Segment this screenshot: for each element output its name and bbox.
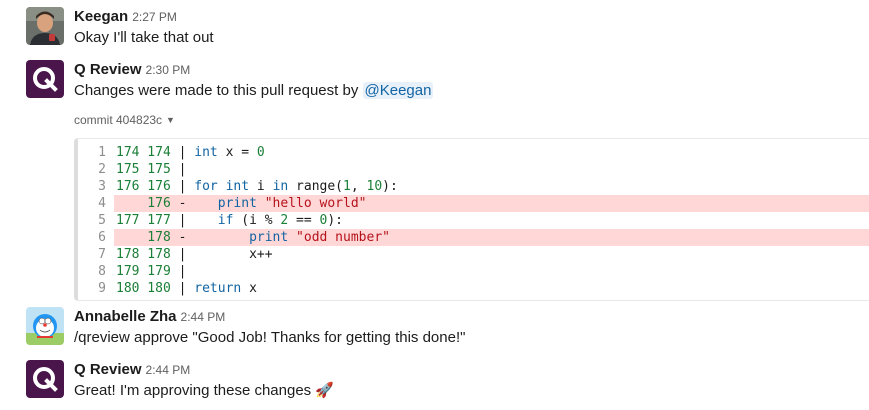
message-text: Great! I'm approving these changes 🚀	[74, 380, 861, 402]
message-text-prefix: Changes were made to this pull request b…	[74, 82, 363, 99]
caret-down-icon[interactable]: ▼	[166, 112, 175, 128]
commit-label: commit 404823c	[74, 113, 163, 127]
keegan-avatar[interactable]	[26, 7, 64, 45]
diff-line: 2 175 175 |	[78, 161, 869, 178]
diff-line-removed: 6 178 - print "odd number"	[78, 229, 869, 246]
diff-code-block: 1 174 174 | int x = 0 2 175 175 | 3 176 176 …	[74, 138, 869, 301]
diff-line: 1 174 174 | int x = 0	[78, 144, 869, 161]
diff-line-removed: 4 176 - print "hello world"	[78, 195, 869, 212]
diff-line: 7 178 178 | x++	[78, 246, 869, 263]
diff-line-content: 175 175 |	[116, 162, 187, 177]
message-timestamp[interactable]: 2:30 PM	[146, 63, 191, 77]
sender-name[interactable]: Annabelle Zha	[74, 308, 177, 325]
line-number: 3	[98, 179, 106, 194]
q-logo-avatar-icon	[26, 60, 64, 98]
message-header: Keegan 2:27 PM	[74, 7, 861, 27]
person-photo-avatar-icon	[26, 7, 64, 45]
cartoon-robot-cat-avatar-icon	[26, 307, 64, 345]
message-content: Q Review 2:44 PM Great! I'm approving the…	[74, 360, 861, 402]
diff-line: 3 176 176 | for int i in range(1, 10):	[78, 178, 869, 195]
message-text: /qreview approve "Good Job! Thanks for g…	[74, 329, 466, 346]
diff-line-content: 174 174 | int x = 0	[116, 145, 265, 160]
q-logo-avatar-icon	[26, 360, 64, 398]
message-text: Changes were made to this pull request b…	[74, 80, 861, 102]
line-number: 6	[98, 230, 106, 245]
sender-name[interactable]: Q Review	[74, 61, 142, 78]
sender-name[interactable]: Keegan	[74, 8, 128, 25]
diff-line: 8 179 179 |	[78, 263, 869, 280]
message-text-body: Great! I'm approving these changes	[74, 382, 312, 399]
diff-line: 9 180 180 | return x	[78, 280, 869, 297]
diff-line-content: 180 180 | return x	[116, 281, 257, 296]
rocket-emoji-icon: 🚀	[315, 382, 335, 399]
message-annabelle: Annabelle Zha 2:44 PM /qreview approve "G…	[26, 307, 869, 349]
diff-line-content: 179 179 |	[116, 264, 187, 279]
annabelle-avatar[interactable]	[26, 307, 64, 345]
diff-line-content: 177 177 | if (i % 2 == 0):	[116, 213, 344, 228]
message-content: Annabelle Zha 2:44 PM /qreview approve "G…	[74, 307, 861, 349]
message-qreview-changes: Q Review 2:30 PM Changes were made to thi…	[26, 60, 869, 301]
line-number: 5	[98, 213, 106, 228]
qreview-avatar[interactable]	[26, 60, 64, 98]
diff-line-content: 176 - print "hello world"	[114, 195, 869, 212]
message-qreview-approve: Q Review 2:44 PM Great! I'm approving the…	[26, 360, 869, 402]
commit-toggle[interactable]: commit 404823c ▼	[74, 112, 861, 128]
diff-line-content: 178 178 | x++	[116, 247, 273, 262]
message-text: Okay I'll take that out	[74, 29, 214, 46]
line-number: 2	[98, 162, 106, 177]
diff-line-content: 176 176 | for int i in range(1, 10):	[116, 179, 398, 194]
qreview-avatar[interactable]	[26, 360, 64, 398]
message-timestamp[interactable]: 2:44 PM	[146, 363, 191, 377]
diff-line: 5 177 177 | if (i % 2 == 0):	[78, 212, 869, 229]
message-timestamp[interactable]: 2:27 PM	[132, 10, 177, 24]
message-header: Q Review 2:30 PM	[74, 60, 861, 80]
message-header: Q Review 2:44 PM	[74, 360, 861, 380]
message-keegan: Keegan 2:27 PM Okay I'll take that out	[26, 7, 869, 49]
message-content: Q Review 2:30 PM Changes were made to thi…	[74, 60, 869, 301]
message-header: Annabelle Zha 2:44 PM	[74, 307, 861, 327]
line-number: 9	[98, 281, 106, 296]
line-number: 4	[98, 196, 106, 211]
line-number: 1	[98, 145, 106, 160]
user-mention[interactable]: @Keegan	[362, 82, 434, 99]
line-number: 8	[98, 264, 106, 279]
sender-name[interactable]: Q Review	[74, 361, 142, 378]
message-timestamp[interactable]: 2:44 PM	[181, 310, 226, 324]
line-number: 7	[98, 247, 106, 262]
message-content: Keegan 2:27 PM Okay I'll take that out	[74, 7, 861, 49]
diff-line-content: 178 - print "odd number"	[114, 229, 869, 246]
